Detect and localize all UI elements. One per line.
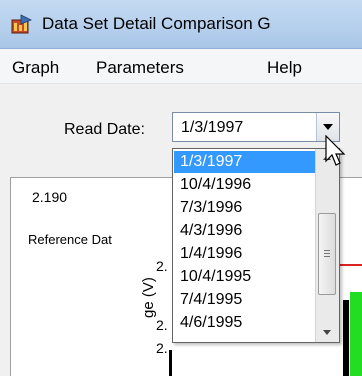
read-date-value: 1/3/1997 (181, 119, 244, 136)
scroll-thumb[interactable] (318, 213, 336, 295)
dropdown-option[interactable]: 10/4/1996 (174, 174, 316, 196)
dropdown-option[interactable]: 4/3/1996 (174, 220, 316, 242)
panel-value: 2.190 (32, 189, 68, 205)
app-window: Data Set Detail Comparison G Graph Param… (0, 0, 362, 376)
y-tick-label: 2. (156, 258, 168, 274)
reference-line (337, 264, 362, 266)
title-bar[interactable]: Data Set Detail Comparison G (0, 0, 362, 49)
menu-parameters[interactable]: Parameters (96, 58, 184, 78)
chart-bar (343, 300, 349, 376)
menu-bar: Graph Parameters Help (0, 49, 362, 84)
chevron-down-icon (323, 124, 333, 130)
grip-line (324, 250, 330, 251)
dropdown-scrollbar[interactable] (315, 149, 339, 342)
menu-help[interactable]: Help (267, 58, 302, 78)
read-date-label: Read Date: (64, 121, 145, 138)
dropdown-option[interactable]: 4/6/1995 (174, 312, 316, 334)
scroll-down-button[interactable] (316, 324, 338, 342)
reference-date-label: Reference Dat (28, 232, 112, 247)
read-date-dropdown-list: 1/3/1997 10/4/1996 7/3/1996 4/3/1996 1/4… (172, 148, 340, 343)
y-axis-label: ge (V) (140, 277, 157, 318)
app-chart-icon (11, 14, 32, 34)
dropdown-option[interactable]: 7/4/1995 (174, 289, 316, 311)
window-title: Data Set Detail Comparison G (42, 14, 271, 33)
grip-line (324, 253, 330, 254)
mouse-pointer-icon (325, 135, 346, 166)
chart-bar (350, 292, 362, 376)
arrow-down-icon (323, 330, 331, 335)
menu-graph[interactable]: Graph (12, 58, 59, 78)
dropdown-option[interactable]: 7/3/1996 (174, 197, 316, 219)
chart-bar (169, 350, 172, 376)
dropdown-option[interactable]: 10/4/1995 (174, 266, 316, 288)
dropdown-option[interactable]: 1/3/1997 (174, 151, 316, 173)
read-date-combobox[interactable]: 1/3/1997 (172, 112, 340, 142)
grip-line (324, 256, 330, 257)
y-tick-label: 2. (156, 340, 168, 356)
dropdown-option[interactable]: 1/4/1996 (174, 243, 316, 265)
y-tick-label: 2. (156, 317, 168, 333)
